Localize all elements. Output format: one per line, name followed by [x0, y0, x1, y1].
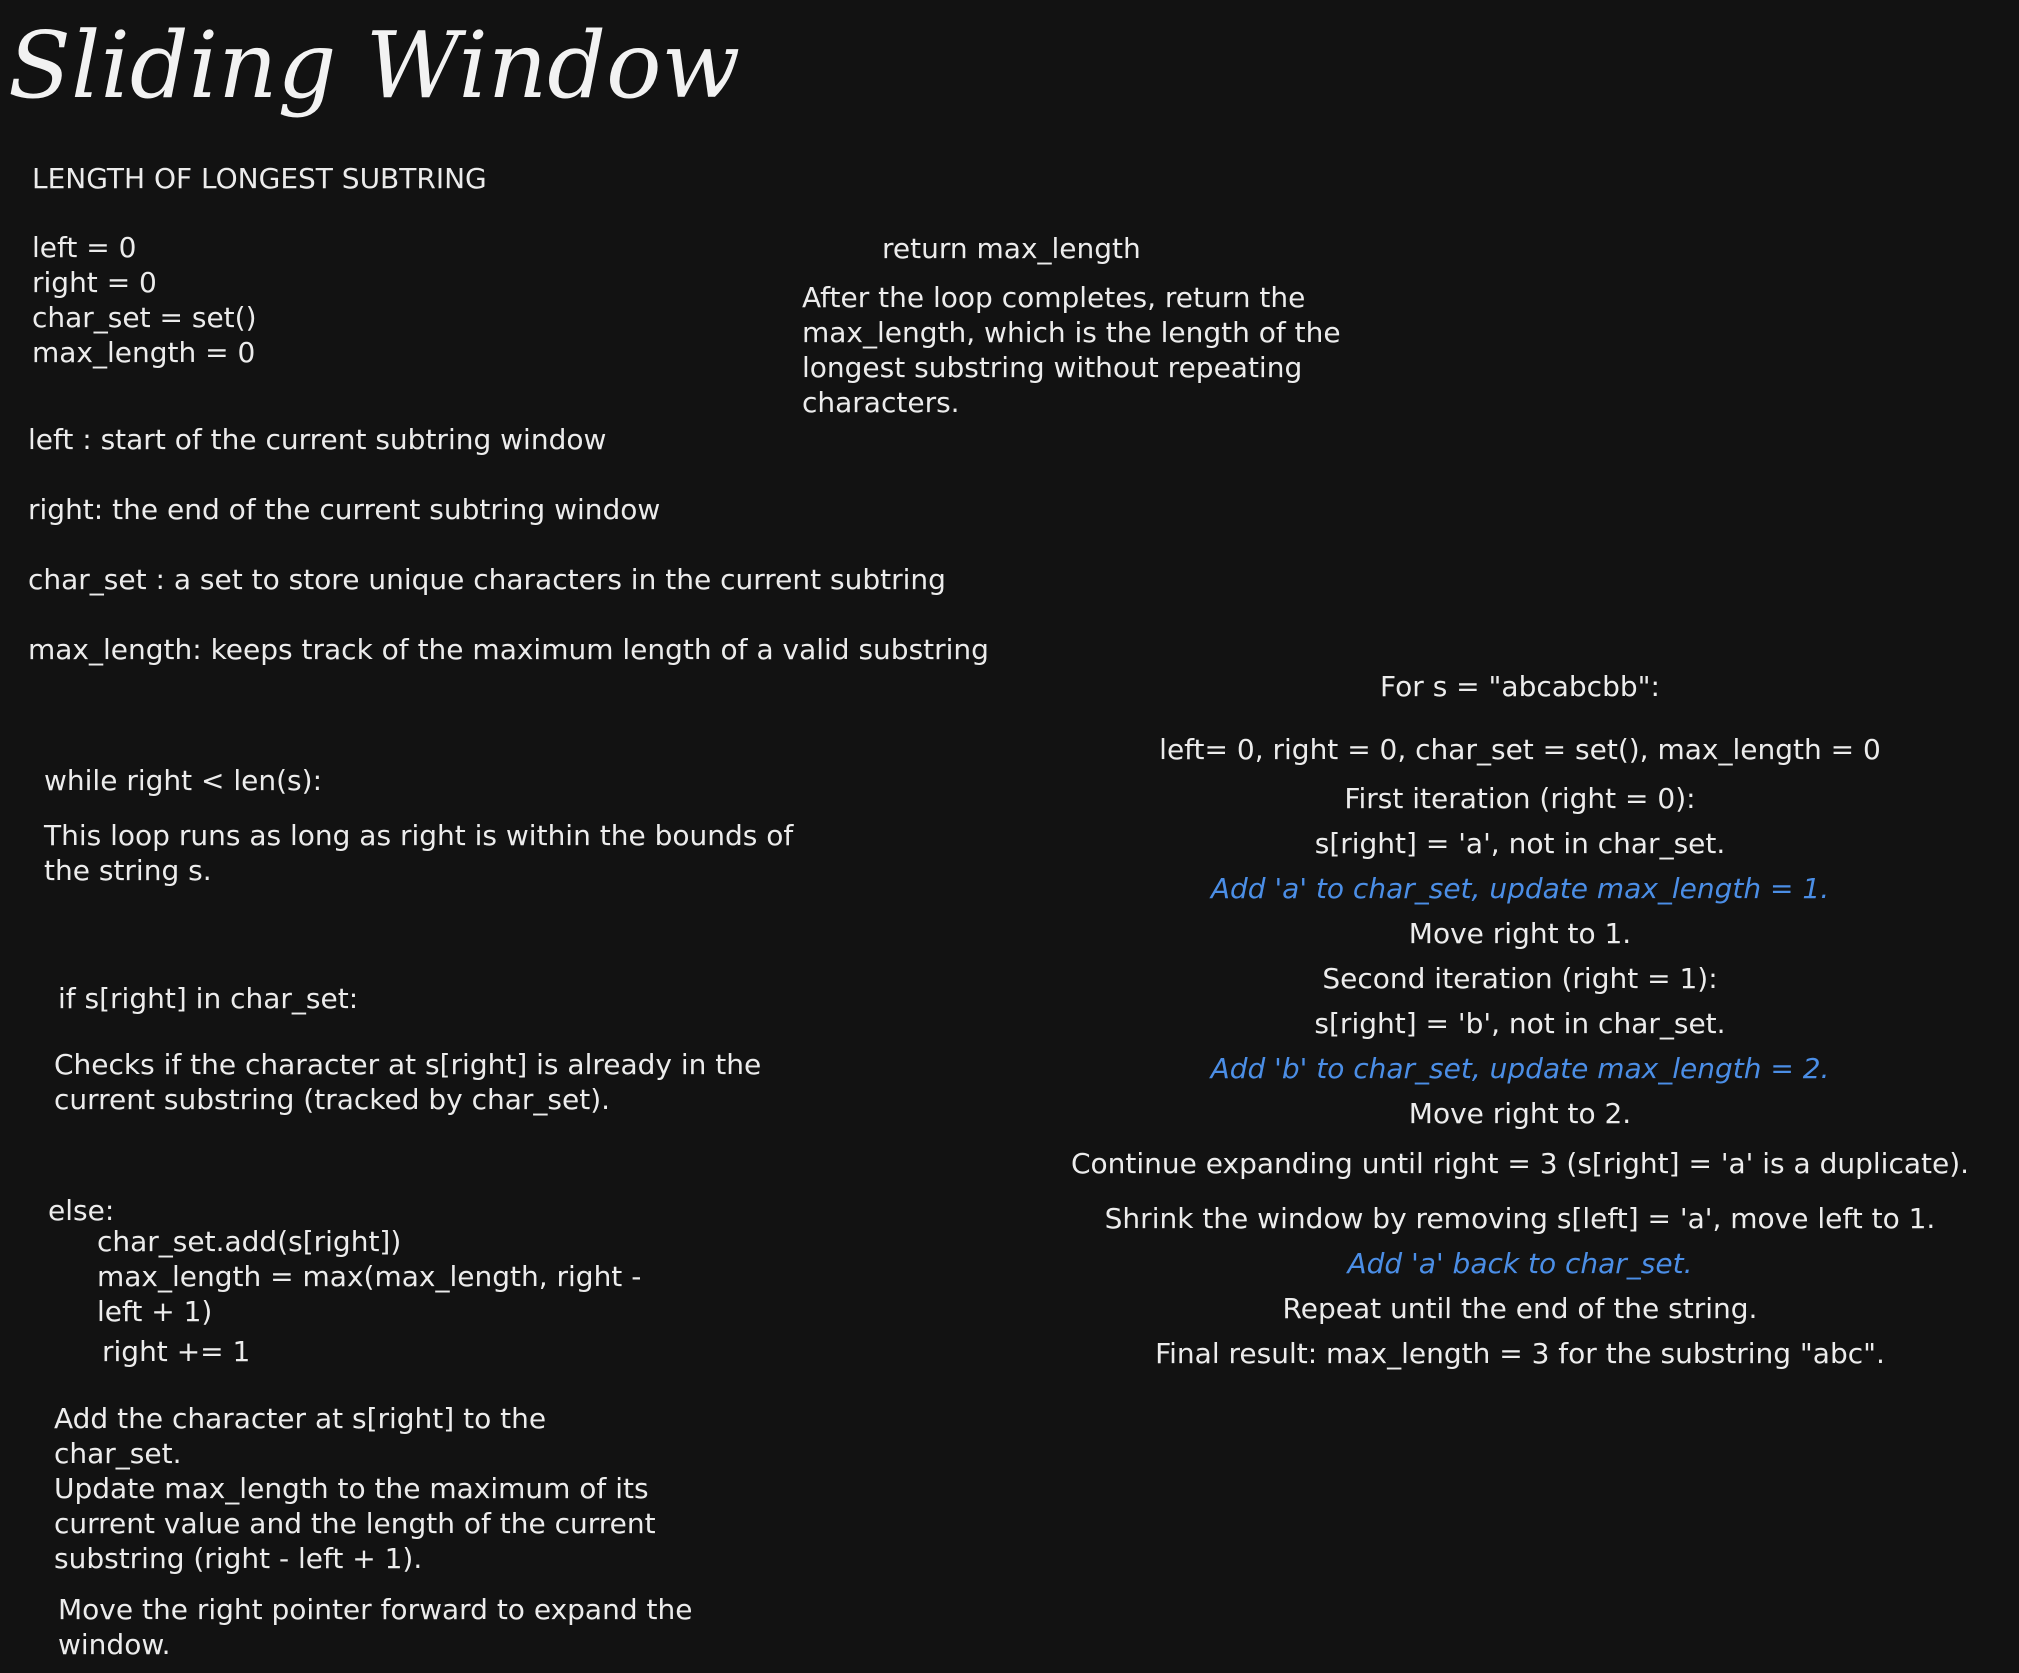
else-code: else:	[48, 1194, 115, 1227]
example-line: s[right] = 'b', not in char_set.	[1314, 1007, 1726, 1040]
description-line: characters.	[802, 386, 960, 419]
description-line: Checks if the character at s[right] is a…	[54, 1048, 762, 1081]
code-line: left = 0	[32, 231, 137, 264]
definition-right: right: the end of the current subtring w…	[28, 493, 661, 526]
page-title: Sliding Window	[8, 12, 741, 119]
description-line: substring (right - left + 1).	[54, 1542, 423, 1575]
definition-left: left : start of the current subtring win…	[28, 423, 607, 456]
description-line: This loop runs as long as right is withi…	[44, 819, 794, 852]
description-line: Update max_length to the maximum of its	[54, 1472, 649, 1505]
else-body-code: char_set.add(s[right]) max_length = max(…	[97, 1224, 641, 1329]
while-description: This loop runs as long as right is withi…	[44, 818, 793, 888]
section-heading: LENGTH OF LONGEST SUBTRING	[32, 162, 487, 195]
definition-max-length: max_length: keeps track of the maximum l…	[28, 633, 989, 666]
if-code: if s[right] in char_set:	[58, 982, 359, 1015]
description-line: longest substring without repeating	[802, 351, 1303, 384]
init-code-block: left = 0 right = 0 char_set = set() max_…	[32, 230, 257, 370]
description-line: the string s.	[44, 854, 212, 887]
return-code: return max_length	[882, 232, 1141, 265]
while-code: while right < len(s):	[44, 764, 323, 797]
example-line: Move right to 2.	[1408, 1097, 1632, 1130]
else-description-2: Move the right pointer forward to expand…	[58, 1592, 692, 1662]
code-line: char_set.add(s[right])	[97, 1225, 402, 1258]
example-line: Shrink the window by removing s[left] = …	[1104, 1202, 1936, 1235]
example-line: left= 0, right = 0, char_set = set(), ma…	[1159, 733, 1881, 766]
description-line: Move the right pointer forward to expand…	[58, 1593, 693, 1626]
description-line: current value and the length of the curr…	[54, 1507, 656, 1540]
description-line: window.	[58, 1628, 171, 1661]
description-line: Add the character at s[right] to the	[54, 1402, 547, 1435]
description-line: After the loop completes, return the	[802, 281, 1306, 314]
return-description: After the loop completes, return the max…	[802, 280, 1341, 420]
code-line: max_length = max(max_length, right -	[97, 1260, 642, 1293]
example-line: First iteration (right = 0):	[1344, 782, 1696, 815]
example-line: Move right to 1.	[1408, 917, 1632, 950]
example-line: Repeat until the end of the string.	[1282, 1292, 1758, 1325]
else-description: Add the character at s[right] to the cha…	[54, 1401, 656, 1576]
example-line: Final result: max_length = 3 for the sub…	[1155, 1337, 1885, 1370]
code-line: max_length = 0	[32, 336, 256, 369]
example-header: For s = "abcabcbb":	[1380, 670, 1660, 703]
description-line: current substring (tracked by char_set).	[54, 1083, 611, 1116]
canvas: { "title": "Sliding Window", "heading": …	[0, 0, 2019, 1673]
example-line-highlight: Add 'b' to char_set, update max_length =…	[1210, 1052, 1830, 1085]
description-line: max_length, which is the length of the	[802, 316, 1341, 349]
example-line: Continue expanding until right = 3 (s[ri…	[1070, 1147, 1970, 1180]
code-line: char_set = set()	[32, 301, 257, 334]
code-line: right += 1	[102, 1335, 251, 1368]
code-line: right = 0	[32, 266, 157, 299]
definition-char-set: char_set : a set to store unique charact…	[28, 563, 946, 596]
example-line: Second iteration (right = 1):	[1322, 962, 1718, 995]
description-line: char_set.	[54, 1437, 182, 1470]
example-line-highlight: Add 'a' back to char_set.	[1347, 1247, 1693, 1280]
example-line-highlight: Add 'a' to char_set, update max_length =…	[1210, 872, 1830, 905]
example-line: s[right] = 'a', not in char_set.	[1314, 827, 1726, 860]
if-description: Checks if the character at s[right] is a…	[54, 1047, 761, 1117]
code-line: left + 1)	[97, 1295, 213, 1328]
